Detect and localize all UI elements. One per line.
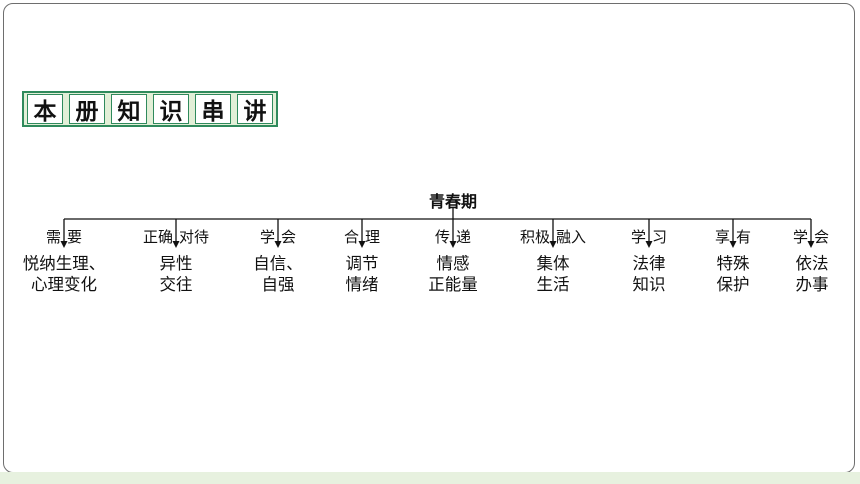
branch-label-right: 递 <box>456 228 472 246</box>
leaf-node: 依法 办事 <box>752 253 860 295</box>
leaf-line: 办事 <box>795 275 829 294</box>
leaf-node: 悦纳生理、 心理变化 <box>4 253 124 295</box>
branch-label-right: 要 <box>67 228 83 246</box>
branch-label-right: 习 <box>652 228 668 246</box>
branch-label-left: 享 <box>714 228 730 246</box>
branch-label-right: 会 <box>814 228 830 246</box>
branch-label-right: 对待 <box>179 228 210 246</box>
leaf-line: 心理变化 <box>31 275 97 294</box>
branch-label-right: 理 <box>365 228 381 246</box>
branch-label-right: 会 <box>281 228 297 246</box>
branch-label-left: 学 <box>259 228 275 246</box>
branch-label-left: 学 <box>792 228 808 246</box>
branch-label-left: 需 <box>45 228 61 246</box>
branch-label-left: 积极 <box>519 228 550 246</box>
leaf-line: 悦纳生理、 <box>22 254 106 273</box>
branch-label-left: 正确 <box>142 228 173 246</box>
branch-label: 需要 <box>9 226 119 246</box>
branch-label: 正确 对待 <box>121 226 231 246</box>
footer-band <box>0 472 860 484</box>
branch-label-left: 学 <box>630 228 646 246</box>
branch-label: 积极 融入 <box>498 226 608 246</box>
branch-label: 学会 <box>756 226 860 246</box>
branch-label-right: 融入 <box>556 228 587 246</box>
branch-label-right: 有 <box>736 228 752 246</box>
leaf-line: 依法 <box>795 254 829 273</box>
branch-label-left: 传 <box>434 228 450 246</box>
branch-label: 传递 <box>398 226 508 246</box>
branch-label-left: 合 <box>343 228 359 246</box>
